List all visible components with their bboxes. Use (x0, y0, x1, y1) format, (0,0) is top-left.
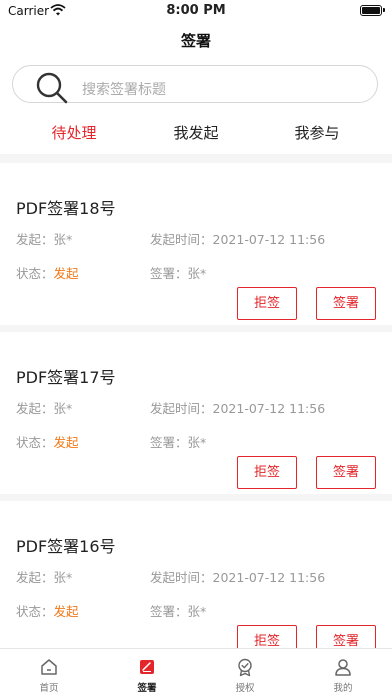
reject-button[interactable]: 拒签 (237, 456, 297, 489)
document-card[interactable]: PDF签署17号 发起：张* 发起时间：2021-07-12 11:56 状态：… (0, 332, 392, 494)
status-badge: 发起 (53, 435, 79, 450)
initiator-info: 发起：张* (16, 232, 73, 247)
initiator-info: 发起：张* (16, 570, 73, 585)
nav-bar: 签署 (0, 22, 392, 60)
tabbar-label: 签署 (137, 683, 157, 694)
document-card[interactable]: PDF签署18号 发起：张* 发起时间：2021-07-12 11:56 状态：… (0, 163, 392, 325)
authorize-icon (238, 658, 252, 677)
tabbar-label: 授权 (235, 683, 255, 694)
reject-button[interactable]: 拒签 (237, 287, 297, 320)
sign-icon (140, 660, 154, 674)
home-icon (41, 659, 57, 675)
clock: 8:00 PM (166, 3, 226, 18)
search-icon (36, 72, 68, 104)
search-input[interactable]: 搜索签署标题 (12, 65, 378, 104)
tabbar-item-sign[interactable]: 签署 (98, 649, 196, 696)
signer-info: 签署：张* (150, 435, 207, 450)
tabbar-item-profile[interactable]: 我的 (294, 649, 392, 696)
filter-tabs: 待处理 我发起 我参与 (0, 116, 392, 154)
status-bar: Carrier 8:00 PM (0, 0, 392, 22)
document-title: PDF签署16号 (16, 537, 116, 556)
sign-button[interactable]: 签署 (316, 456, 376, 489)
bottom-tab-bar: 首页 签署 授权 我的 (0, 648, 392, 696)
initiator-info: 发起：张* (16, 401, 73, 416)
tab-initiated[interactable]: 我发起 (131, 122, 261, 143)
initiated-time-info: 发起时间：2021-07-12 11:56 (150, 232, 326, 247)
status-info: 状态：发起 (16, 266, 79, 281)
tabbar-label: 首页 (39, 683, 59, 694)
status-badge: 发起 (53, 266, 79, 281)
document-title: PDF签署18号 (16, 199, 116, 218)
search-placeholder: 搜索签署标题 (82, 82, 166, 98)
battery-icon (360, 5, 385, 16)
initiated-time-info: 发起时间：2021-07-12 11:56 (150, 401, 326, 416)
status-info: 状态：发起 (16, 435, 79, 450)
initiated-time-info: 发起时间：2021-07-12 11:56 (150, 570, 326, 585)
tabbar-item-authorize[interactable]: 授权 (196, 649, 294, 696)
search-area: 搜索签署标题 (0, 60, 392, 116)
tabbar-label: 我的 (333, 683, 353, 694)
profile-icon (335, 659, 351, 676)
document-title: PDF签署17号 (16, 368, 116, 387)
status-info: 状态：发起 (16, 604, 79, 619)
tab-pending[interactable]: 待处理 (9, 122, 139, 143)
tabbar-item-home[interactable]: 首页 (0, 649, 98, 696)
signer-info: 签署：张* (150, 604, 207, 619)
signer-info: 签署：张* (150, 266, 207, 281)
page-title: 签署 (180, 32, 211, 50)
document-card[interactable]: PDF签署16号 发起：张* 发起时间：2021-07-12 11:56 状态：… (0, 501, 392, 663)
sign-button[interactable]: 签署 (316, 287, 376, 320)
status-badge: 发起 (53, 604, 79, 619)
tab-participated[interactable]: 我参与 (252, 122, 382, 143)
